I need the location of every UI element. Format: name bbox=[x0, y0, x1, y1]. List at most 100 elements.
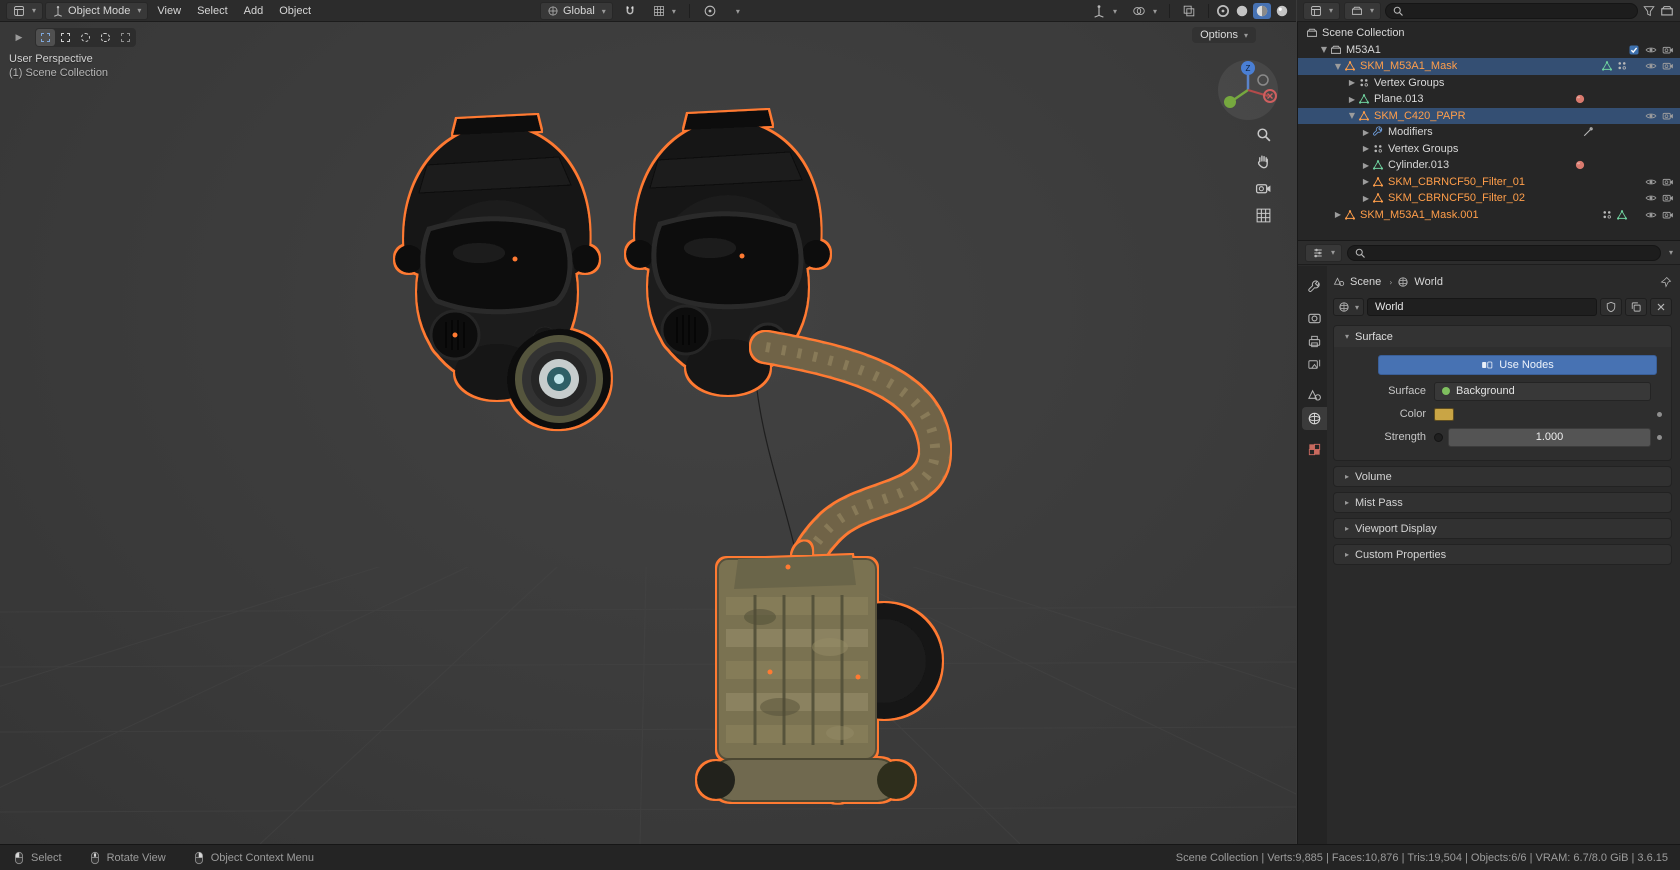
surface-shader-dropdown[interactable]: Background bbox=[1434, 382, 1651, 401]
toolbar-toggle[interactable]: ▶ bbox=[8, 29, 27, 46]
world-browse-button[interactable]: ▾ bbox=[1333, 298, 1364, 316]
disclosure-right-icon[interactable]: ▶ bbox=[1360, 128, 1372, 137]
menu-add[interactable]: Add bbox=[237, 3, 271, 19]
shading-wireframe-button[interactable] bbox=[1215, 3, 1231, 19]
tab-view-layer[interactable] bbox=[1302, 353, 1327, 376]
hose[interactable] bbox=[766, 347, 935, 590]
outliner-editor-selector[interactable]: ▾ bbox=[1303, 2, 1340, 20]
properties-editor-selector[interactable]: ▾ bbox=[1305, 244, 1342, 262]
outliner-item-skm-m53a1-mask[interactable]: ▼ SKM_M53A1_Mask bbox=[1298, 58, 1680, 75]
tab-texture[interactable] bbox=[1302, 438, 1327, 461]
outliner-search[interactable] bbox=[1385, 3, 1638, 19]
disclosure-right-icon[interactable]: ▶ bbox=[1360, 161, 1372, 170]
shading-rendered-button[interactable] bbox=[1274, 3, 1290, 19]
outliner-item-cylinder013[interactable]: ▶ Cylinder.013 bbox=[1298, 157, 1680, 174]
hide-eye-icon[interactable] bbox=[1645, 209, 1657, 221]
disclosure-right-icon[interactable]: ▶ bbox=[1346, 78, 1358, 87]
animate-dot-icon[interactable] bbox=[1657, 412, 1662, 417]
menu-view[interactable]: View bbox=[150, 3, 188, 19]
shading-solid-button[interactable] bbox=[1234, 3, 1250, 19]
pan-hand-icon[interactable] bbox=[1255, 153, 1272, 170]
tab-world[interactable] bbox=[1302, 407, 1327, 430]
tab-tool[interactable] bbox=[1302, 276, 1327, 299]
properties-search-input[interactable] bbox=[1370, 247, 1654, 259]
hide-eye-icon[interactable] bbox=[1645, 176, 1657, 188]
fake-user-button[interactable] bbox=[1600, 298, 1622, 316]
outliner-item-skm-c420-papr[interactable]: ▼ SKM_C420_PAPR bbox=[1298, 108, 1680, 125]
viewport-display-panel-header[interactable]: ▸ Viewport Display bbox=[1333, 518, 1672, 539]
disable-render-icon[interactable] bbox=[1662, 110, 1674, 122]
pin-icon[interactable] bbox=[1660, 276, 1672, 288]
disclosure-down-icon[interactable]: ▼ bbox=[1318, 45, 1330, 54]
outliner-item-plane013[interactable]: ▶ Plane.013 bbox=[1298, 91, 1680, 108]
select-tweak-button[interactable] bbox=[36, 29, 55, 46]
breadcrumb-world[interactable]: World bbox=[1414, 276, 1443, 288]
surface-panel-header[interactable]: ▾ Surface bbox=[1334, 326, 1671, 347]
select-extra-button[interactable] bbox=[116, 29, 135, 46]
breadcrumb-scene[interactable]: Scene bbox=[1350, 276, 1381, 288]
world-name-field[interactable]: World bbox=[1367, 298, 1597, 316]
disable-render-icon[interactable] bbox=[1662, 176, 1674, 188]
gizmo-dropdown[interactable]: ▾ bbox=[1086, 2, 1123, 20]
gizmo-y-axis[interactable] bbox=[1224, 96, 1236, 108]
disclosure-right-icon[interactable]: ▶ bbox=[1332, 210, 1344, 219]
animate-dot-icon[interactable] bbox=[1657, 435, 1662, 440]
options-button[interactable]: Options ▾ bbox=[1192, 27, 1256, 43]
tab-scene[interactable] bbox=[1302, 384, 1327, 407]
outliner-item-modifiers[interactable]: ▶ Modifiers bbox=[1298, 124, 1680, 141]
disclosure-right-icon[interactable]: ▶ bbox=[1360, 144, 1372, 153]
proportional-editing-toggle[interactable] bbox=[697, 2, 723, 20]
hide-eye-icon[interactable] bbox=[1645, 44, 1657, 56]
new-copy-button[interactable] bbox=[1625, 298, 1647, 316]
outliner-item-m53a1[interactable]: ▼ M53A1 bbox=[1298, 42, 1680, 59]
unlink-button[interactable] bbox=[1650, 298, 1672, 316]
outliner-search-input[interactable] bbox=[1408, 5, 1631, 17]
overlays-dropdown[interactable]: ▾ bbox=[1126, 2, 1163, 20]
outliner-item-vertex-groups[interactable]: ▶ Vertex Groups bbox=[1298, 75, 1680, 92]
select-lasso-button[interactable] bbox=[96, 29, 115, 46]
disable-render-icon[interactable] bbox=[1662, 44, 1674, 56]
outliner-item-filter02[interactable]: ▶ SKM_CBRNCF50_Filter_02 bbox=[1298, 190, 1680, 207]
outliner-display-mode[interactable]: ▾ bbox=[1344, 2, 1381, 20]
xray-toggle[interactable] bbox=[1176, 2, 1202, 20]
outliner-item-mask001[interactable]: ▶ SKM_M53A1_Mask.001 bbox=[1298, 207, 1680, 224]
hide-eye-icon[interactable] bbox=[1645, 110, 1657, 122]
outliner-root-row[interactable]: Scene Collection bbox=[1298, 25, 1680, 42]
camera-view-icon[interactable] bbox=[1255, 180, 1272, 197]
disclosure-right-icon[interactable]: ▶ bbox=[1346, 95, 1358, 104]
hide-eye-icon[interactable] bbox=[1645, 60, 1657, 72]
snap-toggle[interactable] bbox=[617, 2, 643, 20]
outliner-item-vertex-groups-2[interactable]: ▶ Vertex Groups bbox=[1298, 141, 1680, 158]
hide-eye-icon[interactable] bbox=[1645, 192, 1657, 204]
select-box-button[interactable] bbox=[56, 29, 75, 46]
mode-selector[interactable]: Object Mode ▾ bbox=[45, 2, 148, 20]
checkbox-icon[interactable] bbox=[1628, 44, 1640, 56]
outliner-item-filter01[interactable]: ▶ SKM_CBRNCF50_Filter_01 bbox=[1298, 174, 1680, 191]
disable-render-icon[interactable] bbox=[1662, 60, 1674, 72]
disable-render-icon[interactable] bbox=[1662, 209, 1674, 221]
strength-slider[interactable]: 1.000 bbox=[1448, 428, 1651, 447]
use-nodes-button[interactable]: Use Nodes bbox=[1378, 355, 1657, 375]
transform-orientation-dropdown[interactable]: Global ▾ bbox=[540, 2, 613, 20]
editor-type-selector[interactable]: ▾ bbox=[6, 2, 43, 20]
world-color-swatch[interactable] bbox=[1434, 408, 1454, 421]
scene-render[interactable] bbox=[0, 22, 1296, 844]
menu-object[interactable]: Object bbox=[272, 3, 318, 19]
papr-pouch[interactable] bbox=[697, 542, 942, 807]
disclosure-right-icon[interactable]: ▶ bbox=[1360, 177, 1372, 186]
snap-settings-dropdown[interactable]: ▾ bbox=[647, 3, 682, 19]
navigation-gizmo[interactable]: Z bbox=[1216, 58, 1280, 122]
tab-render[interactable] bbox=[1302, 307, 1327, 330]
toggle-ortho-icon[interactable] bbox=[1255, 207, 1272, 224]
properties-search[interactable] bbox=[1347, 245, 1661, 261]
gas-mask-left[interactable] bbox=[395, 115, 620, 439]
volume-panel-header[interactable]: ▸ Volume bbox=[1333, 466, 1672, 487]
filter-icon[interactable] bbox=[1642, 4, 1656, 18]
select-circle-button[interactable] bbox=[76, 29, 95, 46]
disclosure-right-icon[interactable]: ▶ bbox=[1360, 194, 1372, 203]
custom-properties-panel-header[interactable]: ▸ Custom Properties bbox=[1333, 544, 1672, 565]
menu-select[interactable]: Select bbox=[190, 3, 235, 19]
3d-viewport[interactable]: ▶ User Perspective (1) Scene Collection … bbox=[0, 22, 1296, 844]
disclosure-down-icon[interactable]: ▼ bbox=[1332, 62, 1344, 71]
shading-material-button[interactable] bbox=[1253, 3, 1271, 19]
